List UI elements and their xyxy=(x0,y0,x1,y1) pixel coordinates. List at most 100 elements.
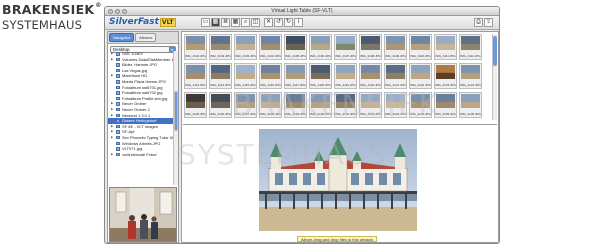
magnifier-icon[interactable]: ⌕ xyxy=(241,18,250,27)
thumbnail-image xyxy=(461,65,480,79)
thumbnail[interactable]: IMG_4103.JPG xyxy=(234,34,257,60)
thumbnail[interactable]: IMG_4126.JPG xyxy=(209,92,232,118)
folder-icon xyxy=(116,124,120,129)
status-tooltip: Album-drag and drop files to this window xyxy=(297,236,378,242)
thumbnail-label: IMG_4111.JPG xyxy=(435,54,456,58)
thumbnail-image xyxy=(286,94,305,108)
thumbnail[interactable]: IMG_4128.JPG xyxy=(259,92,282,118)
thumbnail-label: IMG_4118.JPG xyxy=(310,83,331,87)
thumbnail[interactable]: IMG_4109.JPG xyxy=(384,34,407,60)
thumbnail[interactable]: IMG_4110.JPG xyxy=(409,34,432,60)
thumbnail[interactable]: IMG_4105.JPG xyxy=(284,34,307,60)
thumbnail[interactable]: IMG_4101.JPG xyxy=(184,34,207,60)
thumbnail[interactable]: IMG_4131.JPG xyxy=(334,92,357,118)
export-icon[interactable]: ⇪ xyxy=(484,18,493,27)
disclosure-icon[interactable]: ▶ xyxy=(111,57,115,63)
thumbnail-image xyxy=(436,94,455,108)
disclosure-icon[interactable]: ▶ xyxy=(111,135,115,141)
thumbnail[interactable]: IMG_4123.JPG xyxy=(434,63,457,89)
disclosure-icon[interactable]: ▶ xyxy=(111,73,115,79)
registered-mark: ® xyxy=(95,2,102,9)
thumbnail[interactable]: IMG_4121.JPG xyxy=(384,63,407,89)
grid-scrollbar[interactable] xyxy=(492,34,497,120)
thumbnail[interactable]: IMG_4102.JPG xyxy=(209,34,232,60)
list-view-icon[interactable]: ≣ xyxy=(221,18,230,27)
thumbnail[interactable]: IMG_4127.JPG xyxy=(234,92,257,118)
thumbnail[interactable]: IMG_4125.JPG xyxy=(184,92,207,118)
thumbnail[interactable]: IMG_4122.JPG xyxy=(409,63,432,89)
navigator-tabs: Navigator Albums xyxy=(108,32,178,44)
rotate-left-icon[interactable]: ↺ xyxy=(274,18,283,27)
large-grid-icon[interactable]: ▦ xyxy=(231,18,240,27)
grid-view-icon[interactable]: ▦ xyxy=(211,18,220,27)
thumbnail-label: IMG_4127.JPG xyxy=(235,112,256,116)
tab-navigator[interactable]: Navigator xyxy=(109,33,135,42)
thumbnail[interactable]: IMG_4129.JPG xyxy=(284,92,307,118)
thumbnail-label: IMG_4110.JPG xyxy=(410,54,431,58)
thumbnail-image xyxy=(211,94,230,108)
page: BRAKENSIEK® SYSTEMHAUS Virtual Light Tab… xyxy=(0,0,600,252)
preview-photo xyxy=(110,188,176,241)
app-logo: SilverFast VLT xyxy=(109,17,176,27)
thumbnail[interactable]: IMG_4113.JPG xyxy=(184,63,207,89)
thumbnail-label: IMG_4112.JPG xyxy=(460,54,481,58)
thumbnail-image xyxy=(461,36,480,50)
thumbnail[interactable]: IMG_4114.JPG xyxy=(209,63,232,89)
thumbnail-image xyxy=(386,94,405,108)
thumbnail-label: IMG_4115.JPG xyxy=(235,83,256,87)
compare-icon[interactable]: ◫ xyxy=(251,18,260,27)
folder-tree: ▶ SSE 1GB/X ▶ Volumes Data/DiskMember 1 Bild… xyxy=(108,51,174,185)
thumbnail-image xyxy=(336,36,355,50)
thumbnail[interactable]: IMG_4130.JPG xyxy=(309,92,332,118)
vlt-badge: VLT xyxy=(159,18,176,27)
thumbnail[interactable]: IMG_4135.JPG xyxy=(434,92,457,118)
thumbnail-image xyxy=(411,65,430,79)
thumbnail-label: IMG_4107.JPG xyxy=(335,54,356,58)
thumbnail-image xyxy=(386,65,405,79)
preview-image xyxy=(109,187,177,242)
thumbnail[interactable]: IMG_4136.JPG xyxy=(459,92,482,118)
thumbnail-image xyxy=(411,94,430,108)
thumbnail[interactable]: IMG_4108.JPG xyxy=(359,34,382,60)
thumbnail-image xyxy=(436,65,455,79)
delete-icon[interactable]: ✕ xyxy=(264,18,273,27)
thumbnail[interactable]: IMG_4106.JPG xyxy=(309,34,332,60)
thumbnail[interactable]: IMG_4107.JPG xyxy=(334,34,357,60)
rotate-right-icon[interactable]: ↻ xyxy=(284,18,293,27)
navigator-pane: Navigator Albums Desktop ▾ ▶ SSE 1GB/X ▶ Vo… xyxy=(107,31,179,243)
thumbnail-image xyxy=(336,94,355,108)
thumbnail[interactable]: IMG_4116.JPG xyxy=(259,63,282,89)
thumbnail[interactable]: IMG_4133.JPG xyxy=(384,92,407,118)
thumbnail-label: IMG_4101.JPG xyxy=(185,54,206,58)
thumbnail[interactable]: IMG_4112.JPG xyxy=(459,34,482,60)
thumbnail[interactable]: IMG_4104.JPG xyxy=(259,34,282,60)
thumbnail[interactable]: IMG_4115.JPG xyxy=(234,63,257,89)
thumbnail[interactable]: IMG_4132.JPG xyxy=(359,92,382,118)
thumbnail-label: IMG_4123.JPG xyxy=(435,83,456,87)
large-preview[interactable] xyxy=(259,129,417,231)
disclosure-icon[interactable]: ▶ xyxy=(111,152,115,158)
info-icon[interactable]: i xyxy=(294,18,303,27)
folder-icon xyxy=(116,135,120,140)
thumbnail-image xyxy=(286,36,305,50)
folder-icon xyxy=(116,57,120,62)
grid-scroll-thumb[interactable] xyxy=(493,36,497,66)
thumbnail-label: IMG_4128.JPG xyxy=(260,112,281,116)
thumbnail[interactable]: IMG_4111.JPG xyxy=(434,34,457,60)
tree-item[interactable]: ▶ vorlindenwall Fotod xyxy=(108,152,174,158)
file-icon xyxy=(116,147,120,151)
print-icon[interactable]: ⎙ xyxy=(474,18,483,27)
thumbnail-label: IMG_4117.JPG xyxy=(285,83,306,87)
thumbnail[interactable]: IMG_4119.JPG xyxy=(334,63,357,89)
tab-albums[interactable]: Albums xyxy=(135,33,157,42)
thumbnail[interactable]: IMG_4134.JPG xyxy=(409,92,432,118)
tree-scrollbar[interactable] xyxy=(173,51,178,185)
thumbnail[interactable]: IMG_4117.JPG xyxy=(284,63,307,89)
thumbnail-image xyxy=(461,94,480,108)
thumbnail[interactable]: IMG_4118.JPG xyxy=(309,63,332,89)
thumbnail[interactable]: IMG_4120.JPG xyxy=(359,63,382,89)
single-view-icon[interactable]: ▭ xyxy=(201,18,210,27)
tree-scroll-thumb[interactable] xyxy=(174,91,178,131)
thumbnail-image xyxy=(311,36,330,50)
thumbnail[interactable]: IMG_4124.JPG xyxy=(459,63,482,89)
